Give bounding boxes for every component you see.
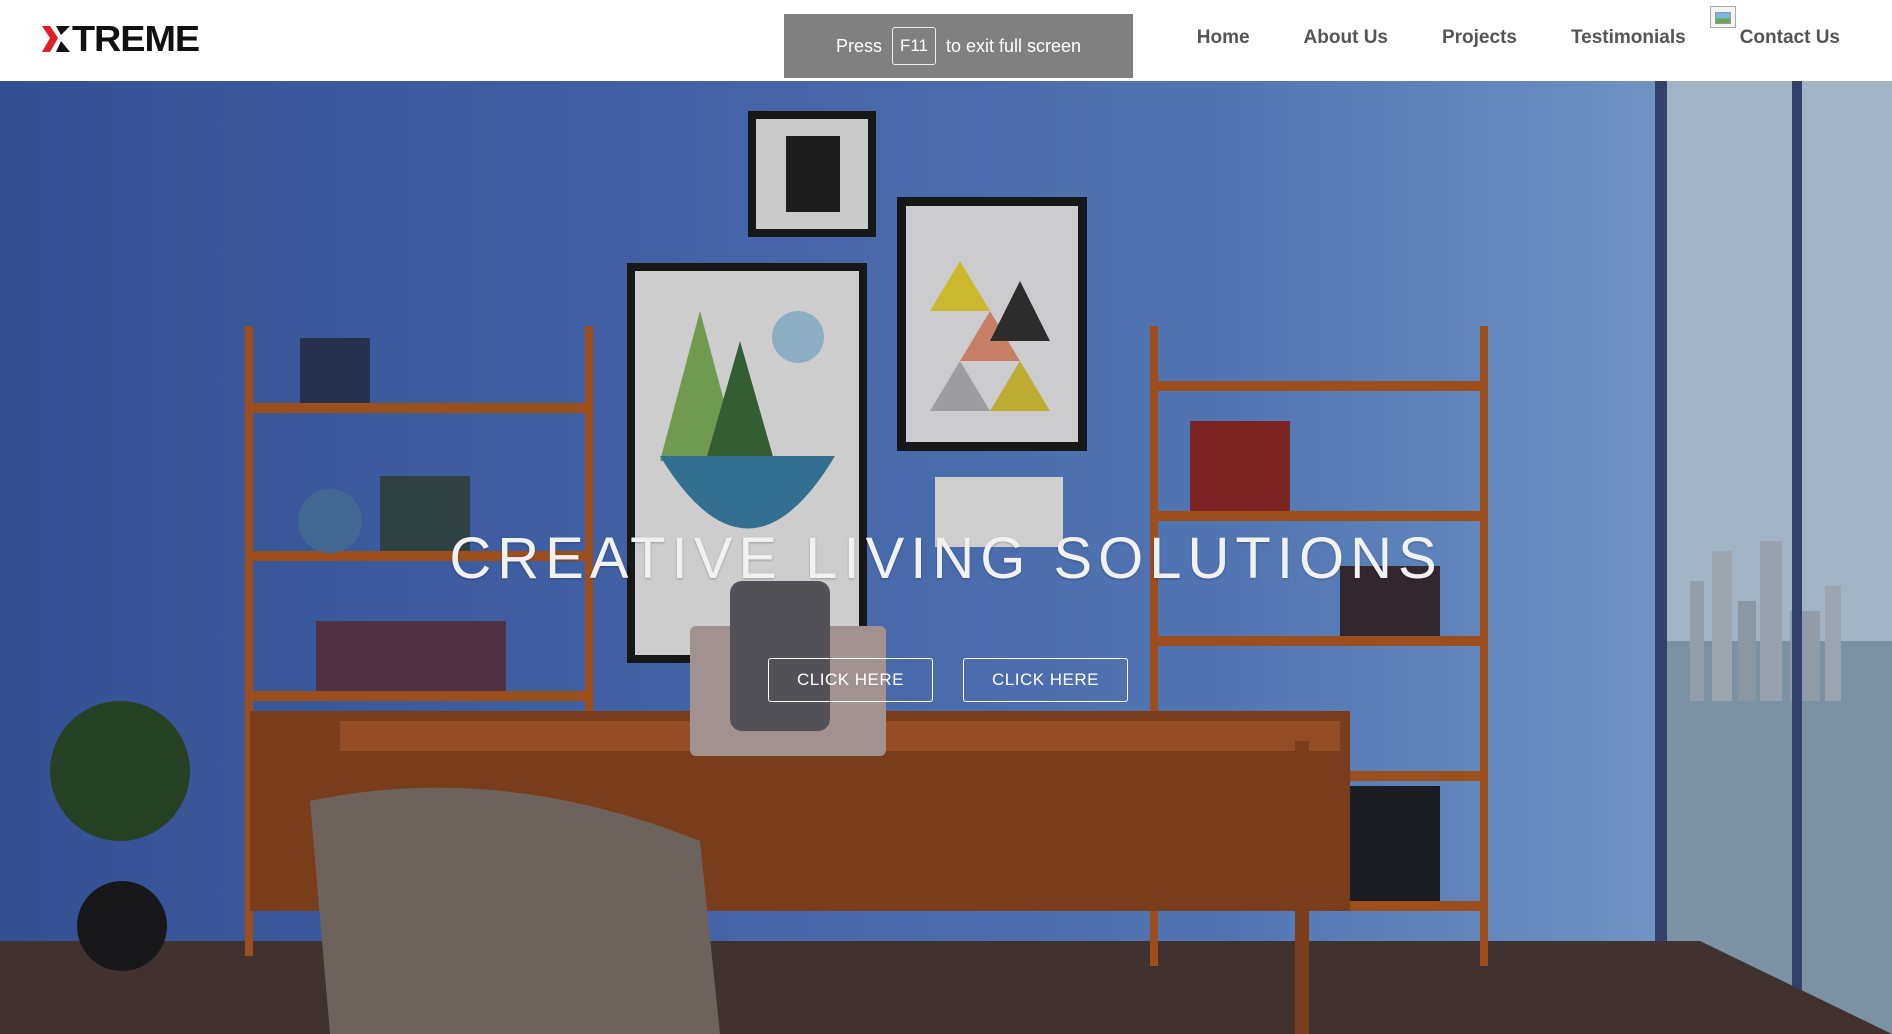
nav-home[interactable]: Home (1197, 25, 1250, 51)
hero-cta-button-1[interactable]: CLICK HERE (768, 658, 933, 702)
toast-text-before: Press (835, 35, 882, 56)
main-nav: Home About Us Projects Testimonials Cont… (1143, 25, 1840, 51)
hero-title: CREATIVE LIVING SOLUTIONS (449, 526, 1443, 591)
hero-cta-button-2[interactable]: CLICK HERE (963, 658, 1128, 702)
fullscreen-toast: Press F11 to exit full screen (784, 14, 1133, 78)
nav-testimonials[interactable]: Testimonials (1571, 25, 1686, 51)
toast-text-after: to exit full screen (946, 35, 1082, 56)
logo-text: TREME (72, 18, 200, 59)
logo[interactable]: TREME (42, 21, 200, 57)
nav-projects[interactable]: Projects (1442, 25, 1517, 51)
toast-key: F11 (891, 27, 936, 65)
nav-contact-us[interactable]: Contact Us (1740, 25, 1840, 51)
logo-x-icon (42, 26, 70, 52)
nav-about-us[interactable]: About Us (1304, 25, 1388, 51)
hero-section: CREATIVE LIVING SOLUTIONS CLICK HERE CLI… (0, 81, 1892, 1034)
